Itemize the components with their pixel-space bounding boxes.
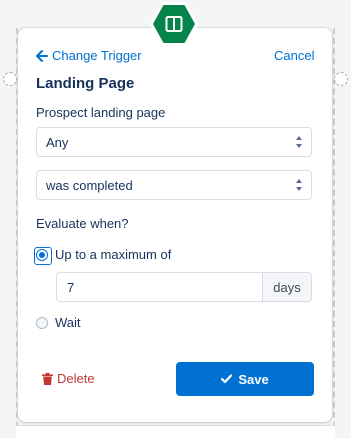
completion-status-select[interactable]: was completed — [36, 170, 312, 200]
card-title: Landing Page — [36, 75, 135, 92]
duration-unit: days — [262, 272, 312, 302]
option-wait[interactable]: Wait — [36, 315, 81, 330]
landing-page-select[interactable]: Any — [36, 127, 312, 157]
arrow-left-icon — [36, 49, 48, 62]
save-label: Save — [238, 371, 269, 387]
max-duration-input[interactable]: 7 — [56, 272, 262, 302]
chevron-updown-icon — [296, 179, 302, 191]
change-trigger-label: Change Trigger — [52, 48, 142, 63]
landing-page-select-value: Any — [46, 134, 69, 150]
delete-label: Delete — [57, 371, 95, 386]
option-max-duration-label: Up to a maximum of — [55, 247, 172, 262]
change-trigger-link[interactable]: Change Trigger — [36, 48, 142, 63]
max-duration-value: 7 — [67, 279, 75, 295]
option-max-duration[interactable]: Up to a maximum of — [34, 246, 172, 265]
chevron-updown-icon — [296, 136, 302, 148]
landing-page-label: Prospect landing page — [36, 105, 166, 120]
radio-wait[interactable] — [36, 316, 48, 329]
completion-status-select-value: was completed — [46, 177, 133, 193]
option-wait-label: Wait — [55, 315, 81, 330]
delete-button[interactable]: Delete — [42, 371, 95, 386]
save-button[interactable]: Save — [176, 362, 314, 396]
next-step-card-edge — [16, 425, 335, 438]
flow-connector-right — [333, 28, 335, 438]
max-duration-group: 7 days — [56, 272, 312, 302]
cancel-link[interactable]: Cancel — [274, 48, 314, 63]
check-icon — [221, 374, 233, 384]
evaluate-when-label: Evaluate when? — [36, 216, 129, 231]
connector-handle-right[interactable] — [334, 72, 348, 86]
radio-focus-ring — [34, 246, 52, 265]
trash-icon — [42, 372, 53, 385]
radio-max-duration[interactable] — [34, 246, 52, 265]
connector-handle-left[interactable] — [3, 72, 17, 86]
